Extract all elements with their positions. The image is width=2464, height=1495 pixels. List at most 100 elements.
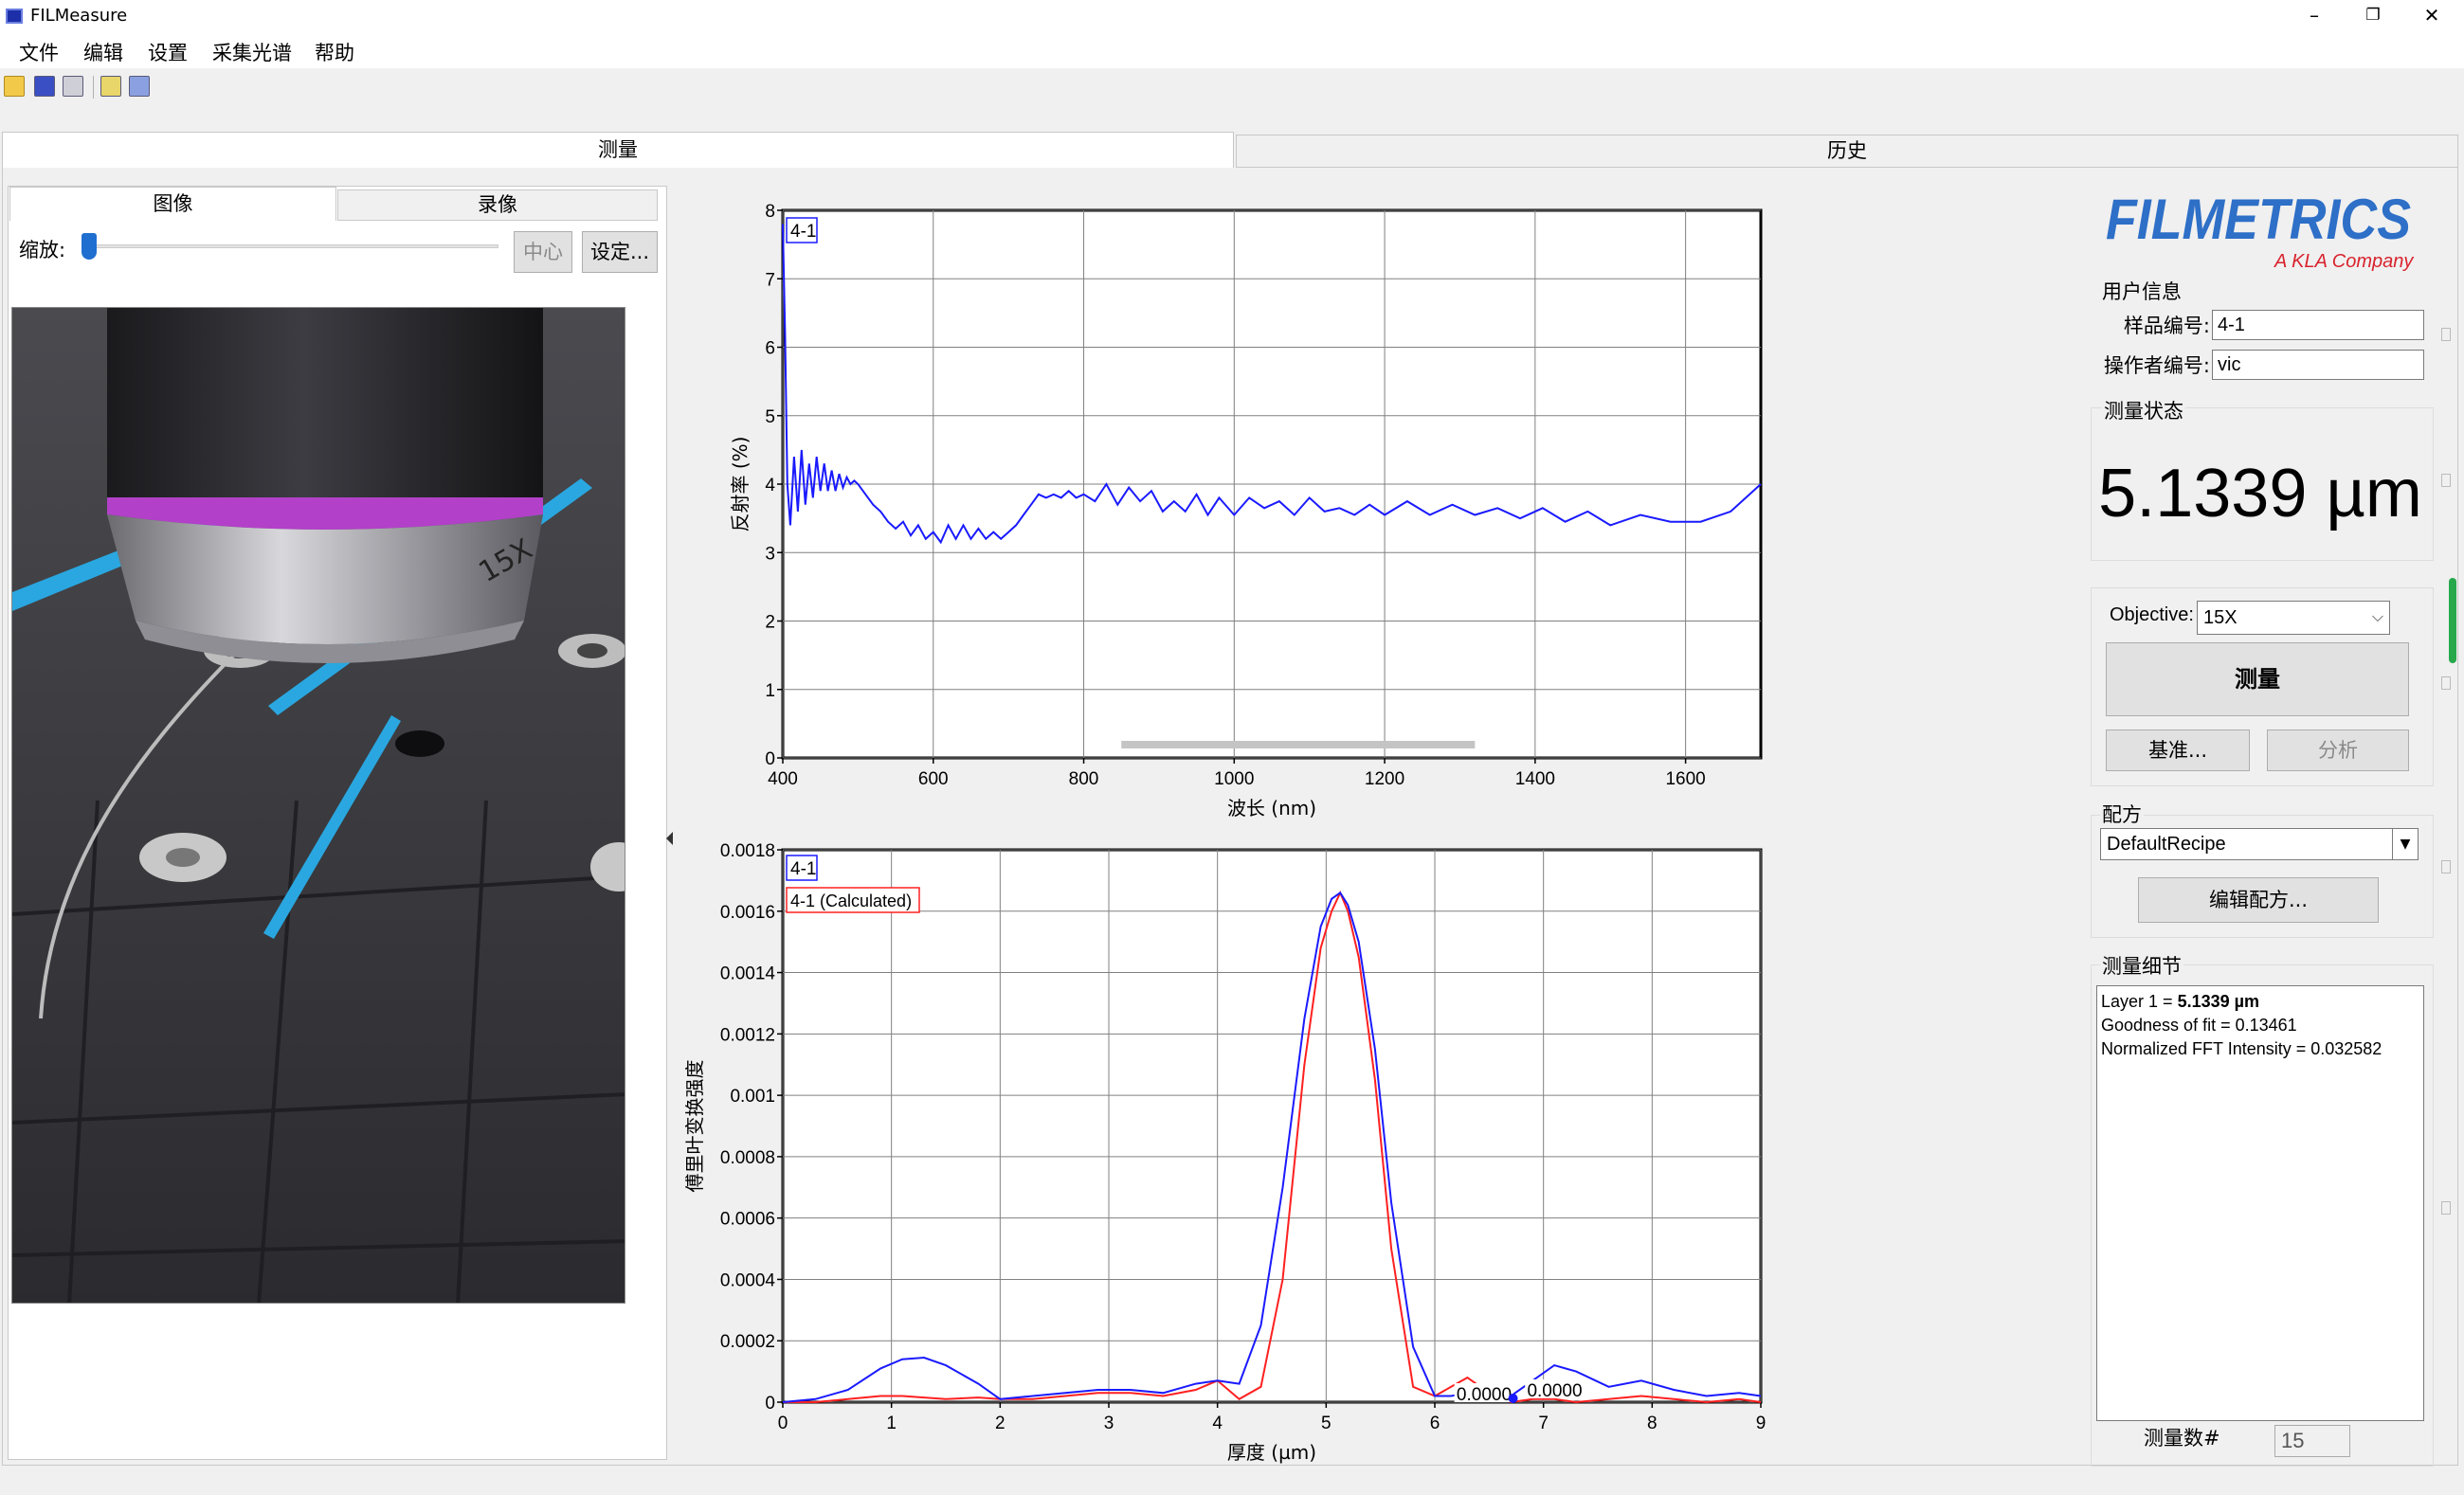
- details-fft-intensity-line: Normalized FFT Intensity = 0.032582: [2101, 1039, 2382, 1058]
- recipe-select[interactable]: DefaultRecipe: [2100, 828, 2394, 860]
- fft-x-tick-label: 0: [778, 1414, 788, 1433]
- reflect-y-tick-label: 3: [765, 544, 775, 564]
- measure-details-label: 测量细节: [2100, 951, 2183, 980]
- open-folder-icon[interactable]: [4, 76, 25, 97]
- fft-y-tick-label: 0.0014: [720, 964, 776, 984]
- panel-splitter-handle[interactable]: [2441, 1201, 2451, 1215]
- fft-x-tick-label: 1: [886, 1414, 897, 1433]
- window-title: FILMeasure: [30, 6, 128, 26]
- menu-file[interactable]: 文件: [15, 36, 63, 68]
- measure-count-field: 15: [2274, 1425, 2350, 1457]
- logo-tagline: A KLA Company: [2274, 251, 2414, 272]
- reflectance-y-ticks: 0 1 2 3 4 5 6 7 8: [765, 202, 783, 769]
- menu-settings[interactable]: 设置: [144, 36, 191, 68]
- center-button[interactable]: 中心: [514, 231, 572, 273]
- copy-image-icon[interactable]: [129, 76, 150, 97]
- fft-y-tick-label: 0.001: [730, 1087, 775, 1107]
- camera-image: 15X: [11, 307, 625, 1304]
- fft-y-tick-label: 0.0012: [720, 1025, 775, 1045]
- measure-count-label: 测量数#: [2144, 1427, 2220, 1450]
- operator-id-label: 操作者编号:: [2103, 354, 2210, 377]
- camera-settings-button[interactable]: 设定...: [582, 231, 658, 273]
- reflectance-x-ticks: 400 600 800 1000 1200 1400 1600: [768, 758, 1706, 789]
- fft-x-tick-label: 5: [1321, 1414, 1332, 1433]
- operator-id-field[interactable]: vic: [2212, 350, 2424, 380]
- fft-plot-area: [781, 848, 1763, 1404]
- panel-splitter-handle[interactable]: [2441, 860, 2451, 874]
- user-info-label: 用户信息: [2102, 280, 2182, 303]
- reflect-y-tick-label: 4: [765, 476, 775, 495]
- tab-measure[interactable]: 测量: [2, 132, 1234, 168]
- fft-y-ticks: 0 0.0002 0.0004 0.0006 0.0008 0.001 0.0012 0.00…: [720, 841, 783, 1414]
- menu-acquire-spectrum[interactable]: 采集光谱: [208, 36, 296, 68]
- reflect-x-tick-label: 800: [1069, 769, 1099, 789]
- reflectance-range-scrollbar[interactable]: [1121, 741, 1476, 748]
- save-icon[interactable]: [34, 76, 55, 97]
- thickness-result: 5.1339 µm: [2098, 456, 2422, 531]
- reflect-x-tick-label: 1400: [1515, 769, 1555, 789]
- measure-details-text[interactable]: Layer 1 = 5.1339 µm Goodness of fit = 0.…: [2096, 985, 2424, 1421]
- reflect-x-tick-label: 1200: [1365, 769, 1404, 789]
- fft-x-tick-label: 8: [1647, 1414, 1658, 1433]
- fft-cursor-readout-calculated: 0.0000: [1457, 1385, 1512, 1405]
- fft-x-axis-label: 厚度 (µm): [1227, 1441, 1316, 1464]
- fft-cursor-handle[interactable]: [1508, 1394, 1518, 1403]
- fft-y-tick-label: 0: [765, 1394, 775, 1414]
- zoom-slider-thumb[interactable]: [82, 233, 97, 260]
- reflectance-legend: 4-1: [786, 217, 818, 243]
- sample-id-field[interactable]: 4-1: [2212, 310, 2424, 340]
- microscope-photo: 15X: [12, 308, 625, 1303]
- tab-image[interactable]: 图像: [9, 187, 336, 221]
- image-icon[interactable]: [100, 76, 121, 97]
- menu-edit[interactable]: 编辑: [80, 36, 127, 68]
- fft-x-tick-label: 7: [1538, 1414, 1549, 1433]
- fft-x-ticks: 0 1 2 3 4 5 6 7 8 9: [778, 1402, 1766, 1433]
- fft-x-tick-label: 2: [995, 1414, 1006, 1433]
- fft-cursor-readout-measured: 0.0000: [1527, 1381, 1582, 1401]
- app-icon: [6, 9, 23, 24]
- fft-x-tick-label: 3: [1104, 1414, 1114, 1433]
- reflectance-chart: 400 600 800 1000 1200 1400 1600 012345678 4-1 …: [729, 202, 1763, 820]
- measure-status-label: 测量状态: [2102, 396, 2185, 424]
- zoom-label: 缩放:: [19, 239, 66, 261]
- fft-legend-measured: 4-1: [790, 859, 816, 879]
- tab-history[interactable]: 历史: [1236, 135, 2458, 168]
- reflectance-y-axis-label: 反射率 (%): [729, 437, 752, 532]
- edit-recipe-button[interactable]: 编辑配方...: [2138, 877, 2379, 923]
- panel-scrollbar-thumb[interactable]: [2449, 578, 2456, 663]
- fft-y-tick-label: 0.0008: [720, 1148, 775, 1168]
- logo-wordmark: FILMETRICS: [2106, 189, 2411, 251]
- print-icon[interactable]: [63, 76, 83, 97]
- tab-video[interactable]: 录像: [337, 189, 658, 221]
- toolbar: [0, 68, 2464, 106]
- panel-splitter-handle[interactable]: [2441, 676, 2451, 690]
- panel-splitter-handle[interactable]: [2441, 328, 2451, 341]
- fft-x-tick-label: 6: [1430, 1414, 1440, 1433]
- zoom-slider[interactable]: [85, 244, 498, 248]
- analyze-button[interactable]: 分析: [2267, 729, 2409, 771]
- panel-splitter-handle[interactable]: [2441, 474, 2451, 487]
- measure-button[interactable]: 测量: [2106, 642, 2409, 716]
- title-bar: [0, 0, 2464, 32]
- fft-chart: 0 1 2 3 4 5 6 7 8 9 0 0.0002 0.0004 0.0006 0.0008 0.00…: [683, 841, 1766, 1464]
- reflect-x-tick-label: 400: [768, 769, 798, 789]
- layer-value: 5.1339 µm: [2177, 992, 2259, 1011]
- restore-button[interactable]: ❐: [2343, 0, 2403, 32]
- reflect-x-tick-label: 1600: [1665, 769, 1705, 789]
- reflect-y-tick-label: 1: [765, 681, 775, 701]
- menu-help[interactable]: 帮助: [311, 36, 358, 68]
- reflect-y-tick-label: 8: [765, 202, 775, 222]
- chevron-down-icon: ⌵: [2371, 609, 2383, 625]
- baseline-button[interactable]: 基准...: [2106, 729, 2250, 771]
- chevron-down-icon[interactable]: ▼: [2392, 828, 2419, 860]
- close-button[interactable]: ✕: [2401, 0, 2462, 32]
- fft-x-tick-label: 4: [1212, 1414, 1223, 1433]
- recipe-label: 配方: [2100, 800, 2144, 828]
- objective-select[interactable]: 15X ⌵: [2197, 601, 2390, 635]
- fft-y-tick-label: 0.0004: [720, 1270, 776, 1290]
- reflectance-x-axis-label: 波长 (nm): [1227, 797, 1316, 820]
- sample-id-label: 样品编号:: [2123, 315, 2210, 337]
- minimize-button[interactable]: –: [2284, 0, 2345, 32]
- reflect-y-tick-label: 0: [765, 749, 775, 769]
- collapse-arrow-icon[interactable]: [666, 832, 673, 845]
